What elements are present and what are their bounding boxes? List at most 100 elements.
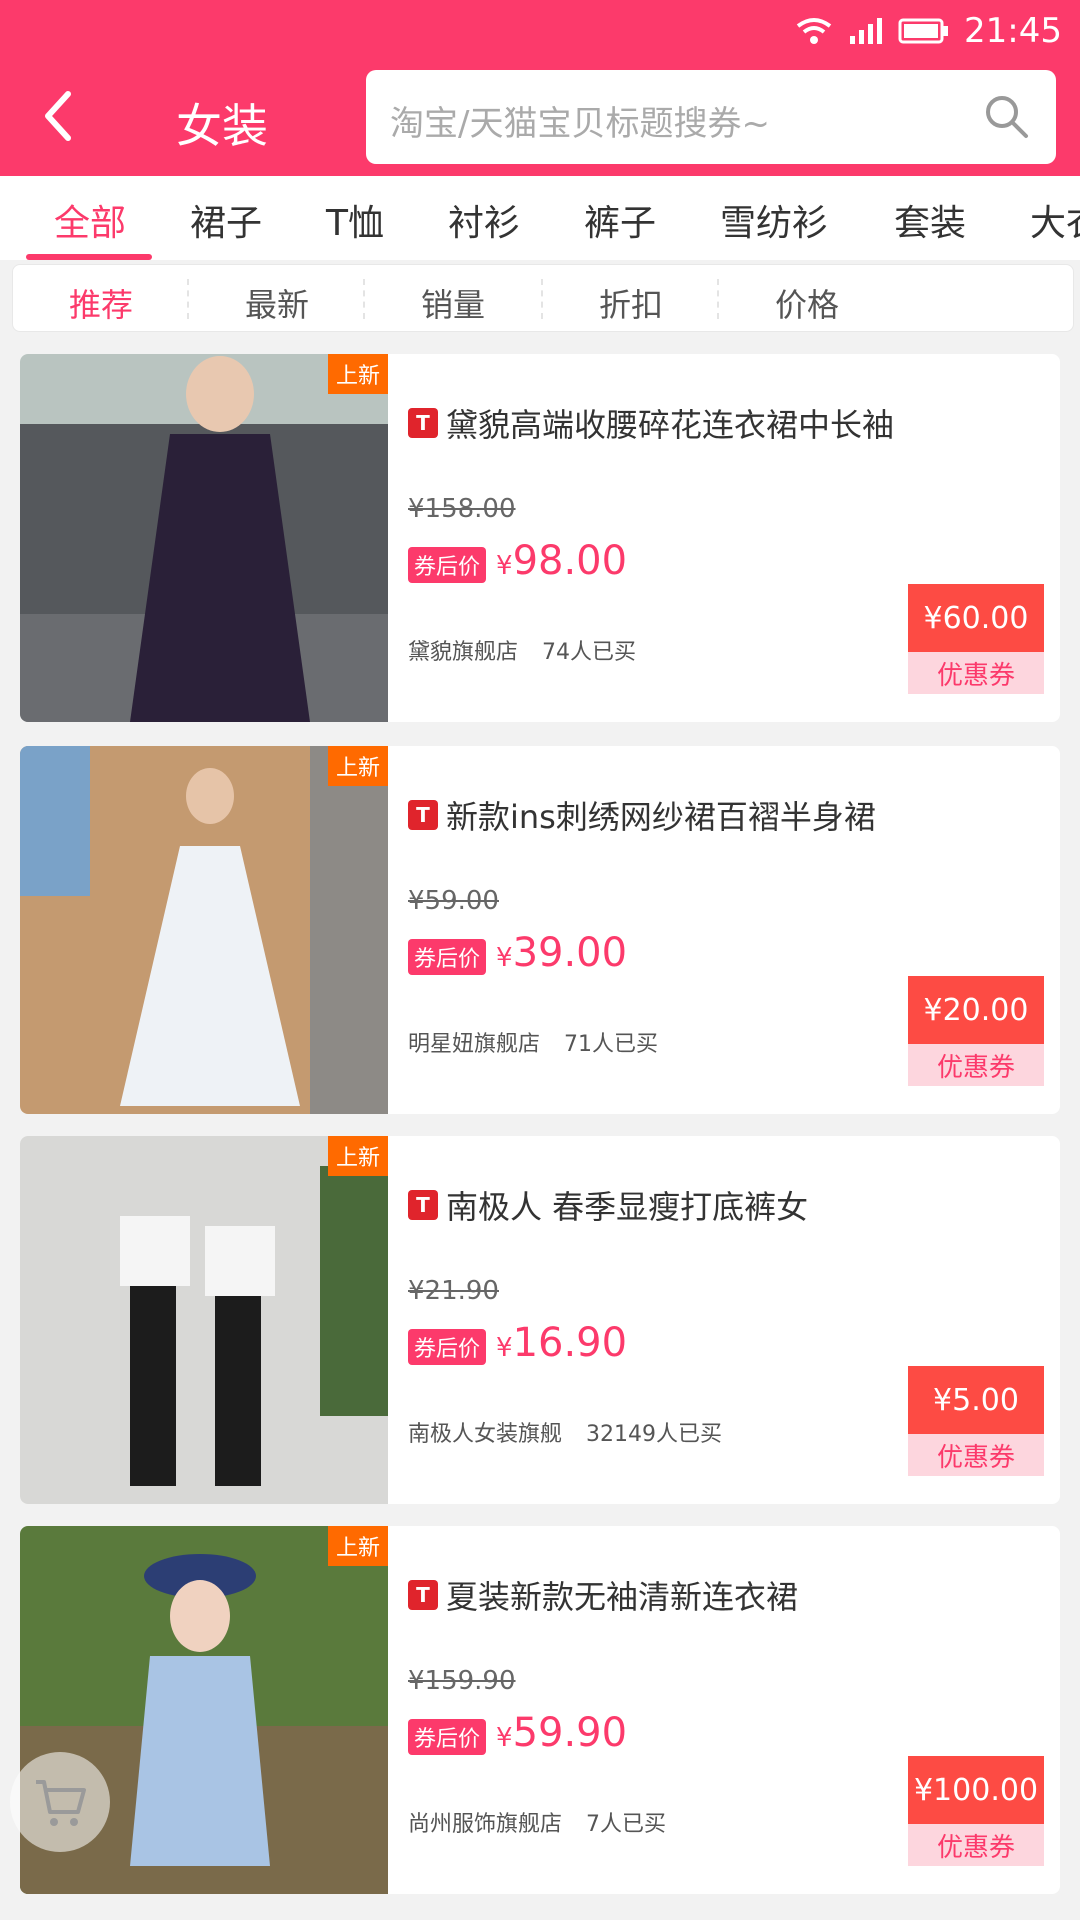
tab-shirts[interactable]: 衬衫 xyxy=(448,194,520,246)
sort-recommended[interactable]: 推荐 xyxy=(69,280,133,326)
new-badge: 上新 xyxy=(328,1136,388,1176)
tab-coats[interactable]: 大衣 xyxy=(1030,194,1080,246)
original-price: ¥158.00 xyxy=(408,494,516,524)
new-badge: 上新 xyxy=(328,1526,388,1566)
product-image[interactable] xyxy=(20,1136,388,1504)
coupon-label: 优惠券 xyxy=(908,1434,1044,1476)
product-title: T 新款ins刺绣网纱裙百褶半身裙 xyxy=(408,792,876,838)
back-button[interactable] xyxy=(30,88,86,144)
product-card[interactable]: 上新 T 南极人 春季显瘦打底裤女 ¥21.90 券后价 ¥16.90 南极人女… xyxy=(20,1136,1060,1504)
tab-sets[interactable]: 套装 xyxy=(894,194,966,246)
store-name: 明星妞旗舰店 xyxy=(408,1032,541,1057)
coupon-label: 优惠券 xyxy=(908,1044,1044,1086)
sort-divider xyxy=(187,279,189,319)
original-price: ¥59.00 xyxy=(408,886,499,916)
coupon-badge[interactable]: ¥5.00 优惠券 xyxy=(908,1366,1044,1476)
new-badge: 上新 xyxy=(328,354,388,394)
tab-skirts[interactable]: 裙子 xyxy=(190,194,262,246)
coupon-badge[interactable]: ¥100.00 优惠券 xyxy=(908,1756,1044,1866)
new-badge: 上新 xyxy=(328,746,388,786)
price: ¥59.90 xyxy=(496,1710,627,1756)
product-title-text: 夏装新款无袖清新连衣裙 xyxy=(446,1578,799,1616)
tab-tshirts[interactable]: T恤 xyxy=(326,194,384,246)
price-value: 39.00 xyxy=(512,930,628,976)
original-price: ¥159.90 xyxy=(408,1666,516,1696)
after-coupon-price: 券后价 ¥39.00 xyxy=(408,930,627,976)
price-value: 16.90 xyxy=(512,1320,628,1366)
store-name: 尚州服饰旗舰店 xyxy=(408,1812,563,1837)
coupon-label: 优惠券 xyxy=(908,1824,1044,1866)
app-header: 21:45 女装 淘宝/天猫宝贝标题搜券~ xyxy=(0,0,1080,176)
product-title-text: 南极人 春季显瘦打底裤女 xyxy=(446,1188,809,1226)
product-meta: 南极人女装旗舰 32149人已买 xyxy=(408,1416,722,1448)
product-meta: 明星妞旗舰店 71人已买 xyxy=(408,1026,658,1058)
currency-symbol: ¥ xyxy=(496,551,513,581)
after-coupon-price: 券后价 ¥98.00 xyxy=(408,538,627,584)
search-input[interactable]: 淘宝/天猫宝贝标题搜券~ xyxy=(366,70,1056,164)
after-coupon-tag: 券后价 xyxy=(408,1719,487,1755)
sort-divider xyxy=(717,279,719,319)
sold-count: 7人已买 xyxy=(586,1812,667,1837)
status-bar: 21:45 xyxy=(794,8,1062,54)
tmall-icon: T xyxy=(408,1190,438,1220)
sort-newest[interactable]: 最新 xyxy=(245,280,309,326)
product-title: T 南极人 春季显瘦打底裤女 xyxy=(408,1182,808,1228)
product-title-text: 新款ins刺绣网纱裙百褶半身裙 xyxy=(446,798,876,836)
search-icon[interactable] xyxy=(982,92,1030,140)
sort-bar: 推荐 最新 销量 折扣 价格 xyxy=(12,264,1074,332)
active-tab-indicator xyxy=(26,254,152,260)
tab-chiffon[interactable]: 雪纺衫 xyxy=(720,194,828,246)
coupon-value: ¥20.00 xyxy=(908,976,1044,1044)
clock: 21:45 xyxy=(964,11,1062,51)
coupon-badge[interactable]: ¥20.00 优惠券 xyxy=(908,976,1044,1086)
tab-all[interactable]: 全部 xyxy=(54,194,126,246)
search-placeholder: 淘宝/天猫宝贝标题搜券~ xyxy=(390,104,770,144)
sort-sales[interactable]: 销量 xyxy=(421,280,485,326)
price-value: 98.00 xyxy=(512,538,628,584)
after-coupon-tag: 券后价 xyxy=(408,1329,487,1365)
tmall-icon: T xyxy=(408,1580,438,1610)
store-name: 南极人女装旗舰 xyxy=(408,1422,563,1447)
page-title: 女装 xyxy=(176,99,268,153)
after-coupon-tag: 券后价 xyxy=(408,547,487,583)
after-coupon-price: 券后价 ¥59.90 xyxy=(408,1710,627,1756)
currency-symbol: ¥ xyxy=(496,943,513,973)
product-image[interactable] xyxy=(20,746,388,1114)
battery-icon xyxy=(898,18,949,44)
product-card[interactable]: 上新 T 黛貌高端收腰碎花连衣裙中长袖 ¥158.00 券后价 ¥98.00 黛… xyxy=(20,354,1060,722)
chevron-left-icon xyxy=(45,91,71,141)
product-title: T 夏装新款无袖清新连衣裙 xyxy=(408,1572,798,1618)
product-image[interactable] xyxy=(20,354,388,722)
wifi-icon xyxy=(796,18,832,44)
product-card[interactable]: 上新 T 新款ins刺绣网纱裙百褶半身裙 ¥59.00 券后价 ¥39.00 明… xyxy=(20,746,1060,1114)
cart-button[interactable] xyxy=(10,1752,110,1852)
signal-icon xyxy=(850,18,883,44)
sold-count: 71人已买 xyxy=(564,1032,659,1057)
price: ¥98.00 xyxy=(496,538,627,584)
tmall-icon: T xyxy=(408,800,438,830)
shopping-cart-icon xyxy=(36,1780,86,1826)
tmall-icon: T xyxy=(408,408,438,438)
tab-pants[interactable]: 裤子 xyxy=(584,194,656,246)
product-meta: 尚州服饰旗舰店 7人已买 xyxy=(408,1806,666,1838)
sold-count: 32149人已买 xyxy=(586,1422,723,1447)
sort-price[interactable]: 价格 xyxy=(775,280,839,326)
sort-discount[interactable]: 折扣 xyxy=(599,280,663,326)
original-price: ¥21.90 xyxy=(408,1276,499,1306)
coupon-label: 优惠券 xyxy=(908,652,1044,694)
store-name: 黛貌旗舰店 xyxy=(408,640,519,665)
sort-divider xyxy=(363,279,365,319)
after-coupon-price: 券后价 ¥16.90 xyxy=(408,1320,627,1366)
price-value: 59.90 xyxy=(512,1710,628,1756)
coupon-value: ¥60.00 xyxy=(908,584,1044,652)
coupon-badge[interactable]: ¥60.00 优惠券 xyxy=(908,584,1044,694)
product-title-text: 黛貌高端收腰碎花连衣裙中长袖 xyxy=(446,406,895,444)
product-title: T 黛貌高端收腰碎花连衣裙中长袖 xyxy=(408,400,894,446)
price: ¥39.00 xyxy=(496,930,627,976)
price: ¥16.90 xyxy=(496,1320,627,1366)
currency-symbol: ¥ xyxy=(496,1333,513,1363)
sold-count: 74人已买 xyxy=(542,640,637,665)
after-coupon-tag: 券后价 xyxy=(408,939,487,975)
category-tabs: 全部 裙子 T恤 衬衫 裤子 雪纺衫 套装 大衣 xyxy=(0,176,1080,260)
product-card[interactable]: 上新 T 夏装新款无袖清新连衣裙 ¥159.90 券后价 ¥59.90 尚州服饰… xyxy=(20,1526,1060,1894)
